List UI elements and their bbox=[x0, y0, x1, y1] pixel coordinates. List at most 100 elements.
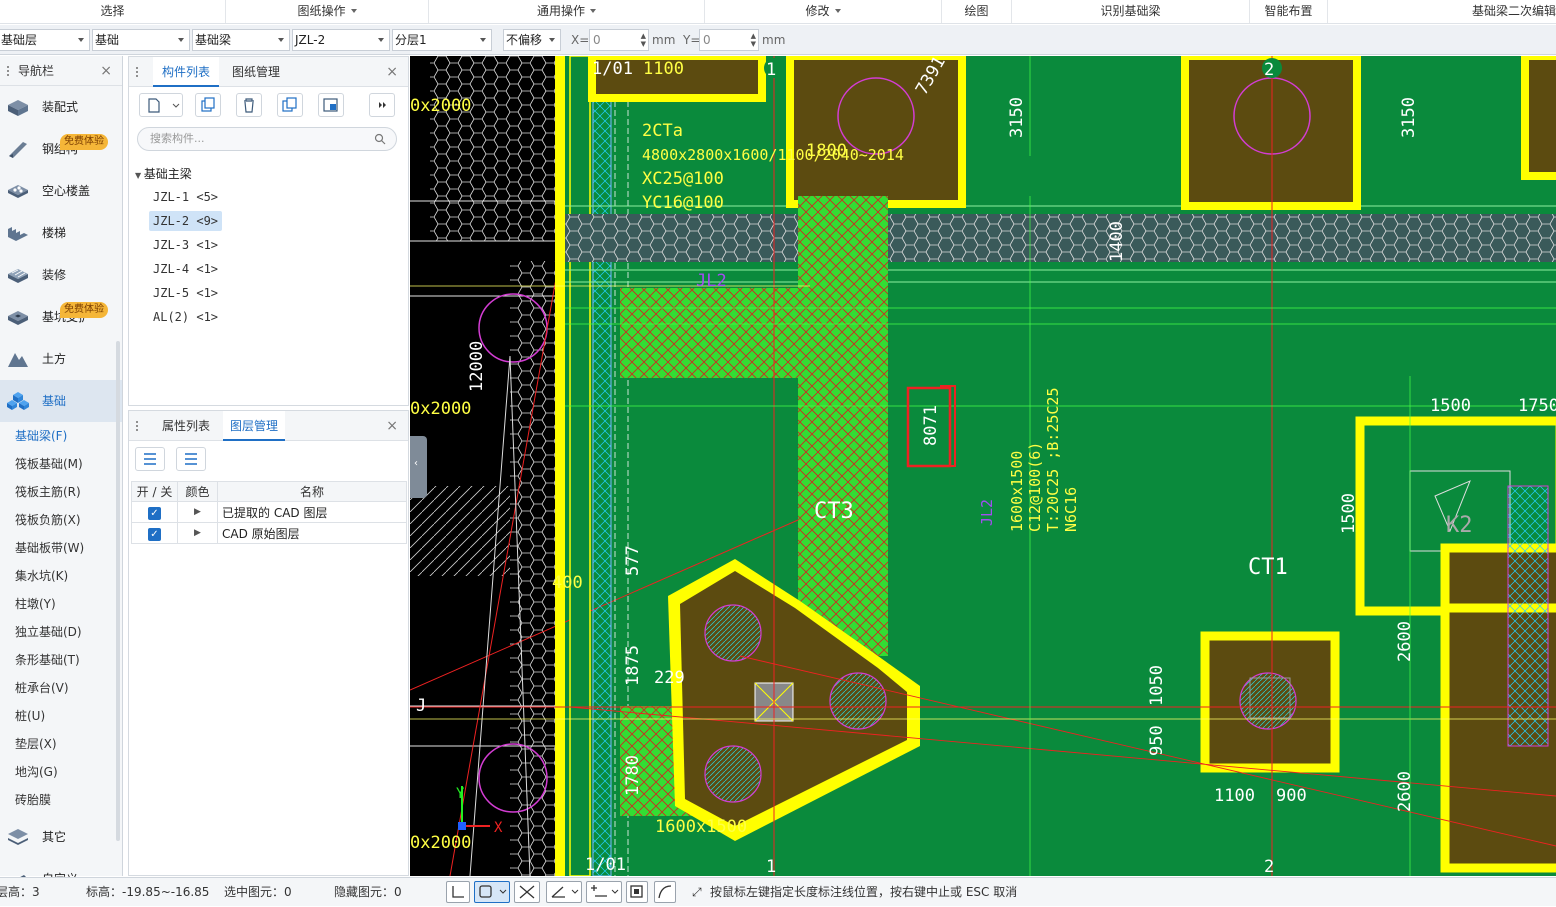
foundation-icon bbox=[7, 392, 29, 410]
nav-subitem[interactable]: 条形基础(T) bbox=[0, 646, 122, 674]
nav-subitem[interactable]: 基础板带(W) bbox=[0, 534, 122, 562]
nav-item-other[interactable]: 其它 bbox=[0, 816, 122, 858]
checkbox[interactable]: ✓ bbox=[148, 527, 161, 541]
ribbon-group-draw[interactable]: 绘图 bbox=[942, 0, 1012, 23]
nav-header: 导航栏 × bbox=[0, 56, 122, 86]
nav-item-stairs[interactable]: 楼梯 bbox=[0, 212, 122, 254]
nav-item-hollow-slab[interactable]: 空心楼盖 bbox=[0, 170, 122, 212]
cad-canvas[interactable]: 1 2 1 2 1/01 1/01 J 1100 2CTa 4800x2800x… bbox=[410, 56, 1556, 876]
nav-subitem[interactable]: 筏板基础(M) bbox=[0, 450, 122, 478]
expand-icon[interactable]: ▶ bbox=[177, 522, 218, 544]
ribbon-group-secondary-edit[interactable]: 基础梁二次编辑 bbox=[1328, 0, 1556, 23]
nav-scrollbar[interactable] bbox=[116, 341, 120, 841]
close-icon[interactable]: × bbox=[386, 57, 398, 87]
component-select[interactable]: JZL-2 bbox=[292, 29, 390, 51]
axis-label: J bbox=[416, 696, 426, 716]
nav-subitem[interactable]: 桩承台(V) bbox=[0, 674, 122, 702]
nav-subitem[interactable]: 集水坑(K) bbox=[0, 562, 122, 590]
delete-button[interactable] bbox=[236, 93, 262, 117]
tree-item[interactable]: AL(2) <1> bbox=[149, 307, 222, 327]
x-unit: mm bbox=[652, 33, 676, 47]
nav-item-prefab[interactable]: 装配式 bbox=[0, 86, 122, 128]
ortho-button[interactable] bbox=[446, 881, 470, 903]
cap-name-text: 2CTa bbox=[642, 121, 683, 141]
ribbon-group-smart[interactable]: 智能布置 bbox=[1250, 0, 1328, 23]
offset-select[interactable]: 不偏移 bbox=[503, 29, 561, 51]
tree-item[interactable]: JZL-2 <9> bbox=[149, 211, 223, 231]
ribbon-group-modify[interactable]: 修改 bbox=[705, 0, 942, 23]
angle-button[interactable] bbox=[546, 881, 582, 903]
trace-button[interactable] bbox=[654, 881, 676, 903]
nav-item-pit[interactable]: 基坑支护免费体验 bbox=[0, 296, 122, 338]
tab-drawing-manage[interactable]: 图纸管理 bbox=[223, 57, 289, 87]
tab-component-list[interactable]: 构件列表 bbox=[153, 57, 219, 87]
grip-icon[interactable] bbox=[6, 65, 10, 77]
nav-subitem[interactable]: 基础梁(F) bbox=[0, 422, 122, 450]
dimension-text: 1050 bbox=[1147, 665, 1167, 706]
tab-layer-manage[interactable]: 图层管理 bbox=[223, 411, 285, 441]
duplicate-button[interactable] bbox=[277, 93, 303, 117]
nav-subitem[interactable]: 独立基础(D) bbox=[0, 618, 122, 646]
floor-select[interactable]: 基础层 bbox=[0, 29, 90, 51]
nav-subitem[interactable]: 地沟(G) bbox=[0, 758, 122, 786]
close-icon[interactable]: × bbox=[386, 411, 398, 441]
copy-icon bbox=[201, 97, 215, 112]
snap-button[interactable] bbox=[474, 881, 510, 903]
panel-collapse-handle[interactable]: ‹ bbox=[410, 436, 427, 498]
tree-item[interactable]: JZL-1 <5> bbox=[149, 187, 222, 207]
tree-item[interactable]: JZL-5 <1> bbox=[149, 283, 222, 303]
ribbon: 选择 图纸操作 通用操作 修改 绘图 识别基础梁 智能布置 基础梁二次编辑 bbox=[0, 0, 1556, 24]
dimension-text: 1600x1500 bbox=[655, 817, 747, 837]
tree-item[interactable]: JZL-3 <1> bbox=[149, 235, 222, 255]
ribbon-group-select[interactable]: 选择 bbox=[0, 0, 226, 23]
category-select[interactable]: 基础 bbox=[92, 29, 190, 51]
dimension-button[interactable] bbox=[586, 881, 622, 903]
dimension-text: 1100 bbox=[1214, 786, 1255, 806]
chevron-down-icon bbox=[480, 38, 486, 42]
new-component-button[interactable] bbox=[139, 93, 183, 117]
nav-subitem[interactable]: 柱墩(Y) bbox=[0, 590, 122, 618]
capture-button[interactable] bbox=[626, 881, 648, 903]
ribbon-group-identify[interactable]: 识别基础梁 bbox=[1012, 0, 1250, 23]
nav-subitem[interactable]: 筏板负筋(X) bbox=[0, 506, 122, 534]
layer-copy-button[interactable] bbox=[318, 93, 344, 117]
nav-title: 导航栏 bbox=[18, 64, 55, 78]
nav-subitem[interactable]: 垫层(X) bbox=[0, 730, 122, 758]
x-offset-input[interactable]: 0 ▲ ▼ bbox=[589, 29, 649, 51]
layer-hide-button[interactable] bbox=[176, 447, 206, 471]
ribbon-group-drawing[interactable]: 图纸操作 bbox=[226, 0, 429, 23]
search-input[interactable]: 搜索构件... bbox=[137, 127, 397, 151]
spin-icon[interactable]: ▲ ▼ bbox=[751, 32, 756, 48]
nav-subitem[interactable]: 筏板主筋(R) bbox=[0, 478, 122, 506]
tree-root[interactable]: ▼ 基础主梁 bbox=[135, 165, 192, 182]
grip-icon[interactable] bbox=[135, 420, 139, 432]
y-unit: mm bbox=[762, 33, 786, 47]
table-row[interactable]: ✓ ▶ 已提取的 CAD 图层 bbox=[131, 501, 407, 523]
type-select[interactable]: 基础梁 bbox=[192, 29, 290, 51]
tab-property-list[interactable]: 属性列表 bbox=[153, 411, 219, 441]
layer-select[interactable]: 分层1 bbox=[392, 29, 492, 51]
dimension-text: 1875 bbox=[623, 645, 643, 686]
ribbon-group-general[interactable]: 通用操作 bbox=[429, 0, 705, 23]
y-offset-input[interactable]: 0 ▲ ▼ bbox=[699, 29, 759, 51]
cross-button[interactable] bbox=[514, 881, 540, 903]
cad-drawing[interactable]: 1 2 1 2 1/01 1/01 J 1100 2CTa 4800x2800x… bbox=[410, 56, 1556, 876]
checkbox[interactable]: ✓ bbox=[148, 506, 161, 520]
nav-item-earthwork[interactable]: 土方 bbox=[0, 338, 122, 380]
copy-button[interactable] bbox=[195, 93, 221, 117]
tree-item[interactable]: JZL-4 <1> bbox=[149, 259, 222, 279]
layer-show-button[interactable] bbox=[135, 447, 165, 471]
capture-icon bbox=[630, 885, 643, 898]
nav-item-foundation[interactable]: 基础 bbox=[0, 380, 122, 422]
nav-subitem[interactable]: 砖胎膜 bbox=[0, 786, 122, 814]
table-row[interactable]: ✓ ▶ CAD 原始图层 bbox=[131, 522, 407, 544]
more-button[interactable] bbox=[369, 93, 395, 117]
close-icon[interactable]: × bbox=[100, 56, 112, 86]
expand-icon[interactable]: ▶ bbox=[177, 501, 218, 523]
grip-icon[interactable] bbox=[135, 66, 139, 78]
nav-item-label: 装配式 bbox=[42, 100, 79, 114]
spin-icon[interactable]: ▲ ▼ bbox=[641, 32, 646, 48]
nav-item-steel[interactable]: 钢结构免费体验 bbox=[0, 128, 122, 170]
nav-subitem[interactable]: 桩(U) bbox=[0, 702, 122, 730]
nav-item-decoration[interactable]: 装修 bbox=[0, 254, 122, 296]
